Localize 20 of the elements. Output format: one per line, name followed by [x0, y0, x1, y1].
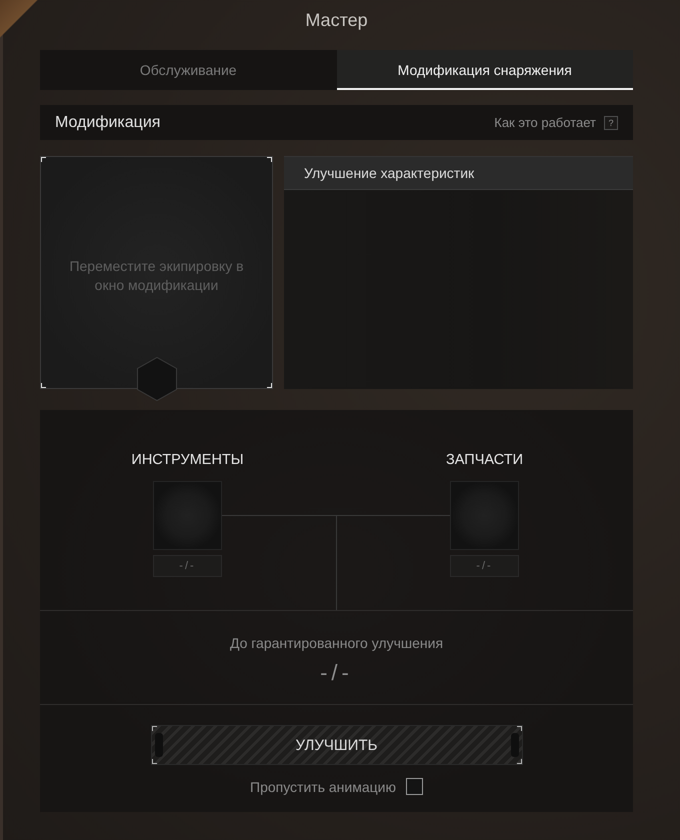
upgrade-button[interactable]: УЛУЧШИТЬ	[150, 725, 522, 765]
checkbox-label: Пропустить анимацию	[250, 778, 396, 794]
item-count: -/-	[153, 555, 222, 577]
stats-panel-title: Улучшение характеристик	[284, 156, 633, 190]
item-count: -/-	[450, 555, 519, 577]
guarantee-counter: -/-	[320, 661, 353, 685]
guarantee-label: До гарантированного улучшения	[230, 634, 444, 652]
drop-hint: Переместите экипировку в окно модификации	[68, 256, 245, 294]
material-label: ЗАПЧАСТИ	[446, 451, 523, 470]
section-title: Модификация	[55, 114, 160, 132]
window-title: Мастер	[305, 10, 368, 30]
checkbox[interactable]	[406, 778, 423, 795]
tab[interactable]: Обслуживание	[40, 50, 336, 90]
item-slot[interactable]	[450, 481, 519, 550]
help-link[interactable]: Как это работает	[494, 115, 596, 130]
hexagon-icon	[136, 357, 176, 401]
help-button[interactable]: ?	[604, 116, 618, 130]
material-label: ИНСТРУМЕНТЫ	[131, 451, 244, 470]
tab[interactable]: Модификация снаряжения	[336, 50, 633, 90]
item-slot[interactable]	[153, 481, 222, 550]
